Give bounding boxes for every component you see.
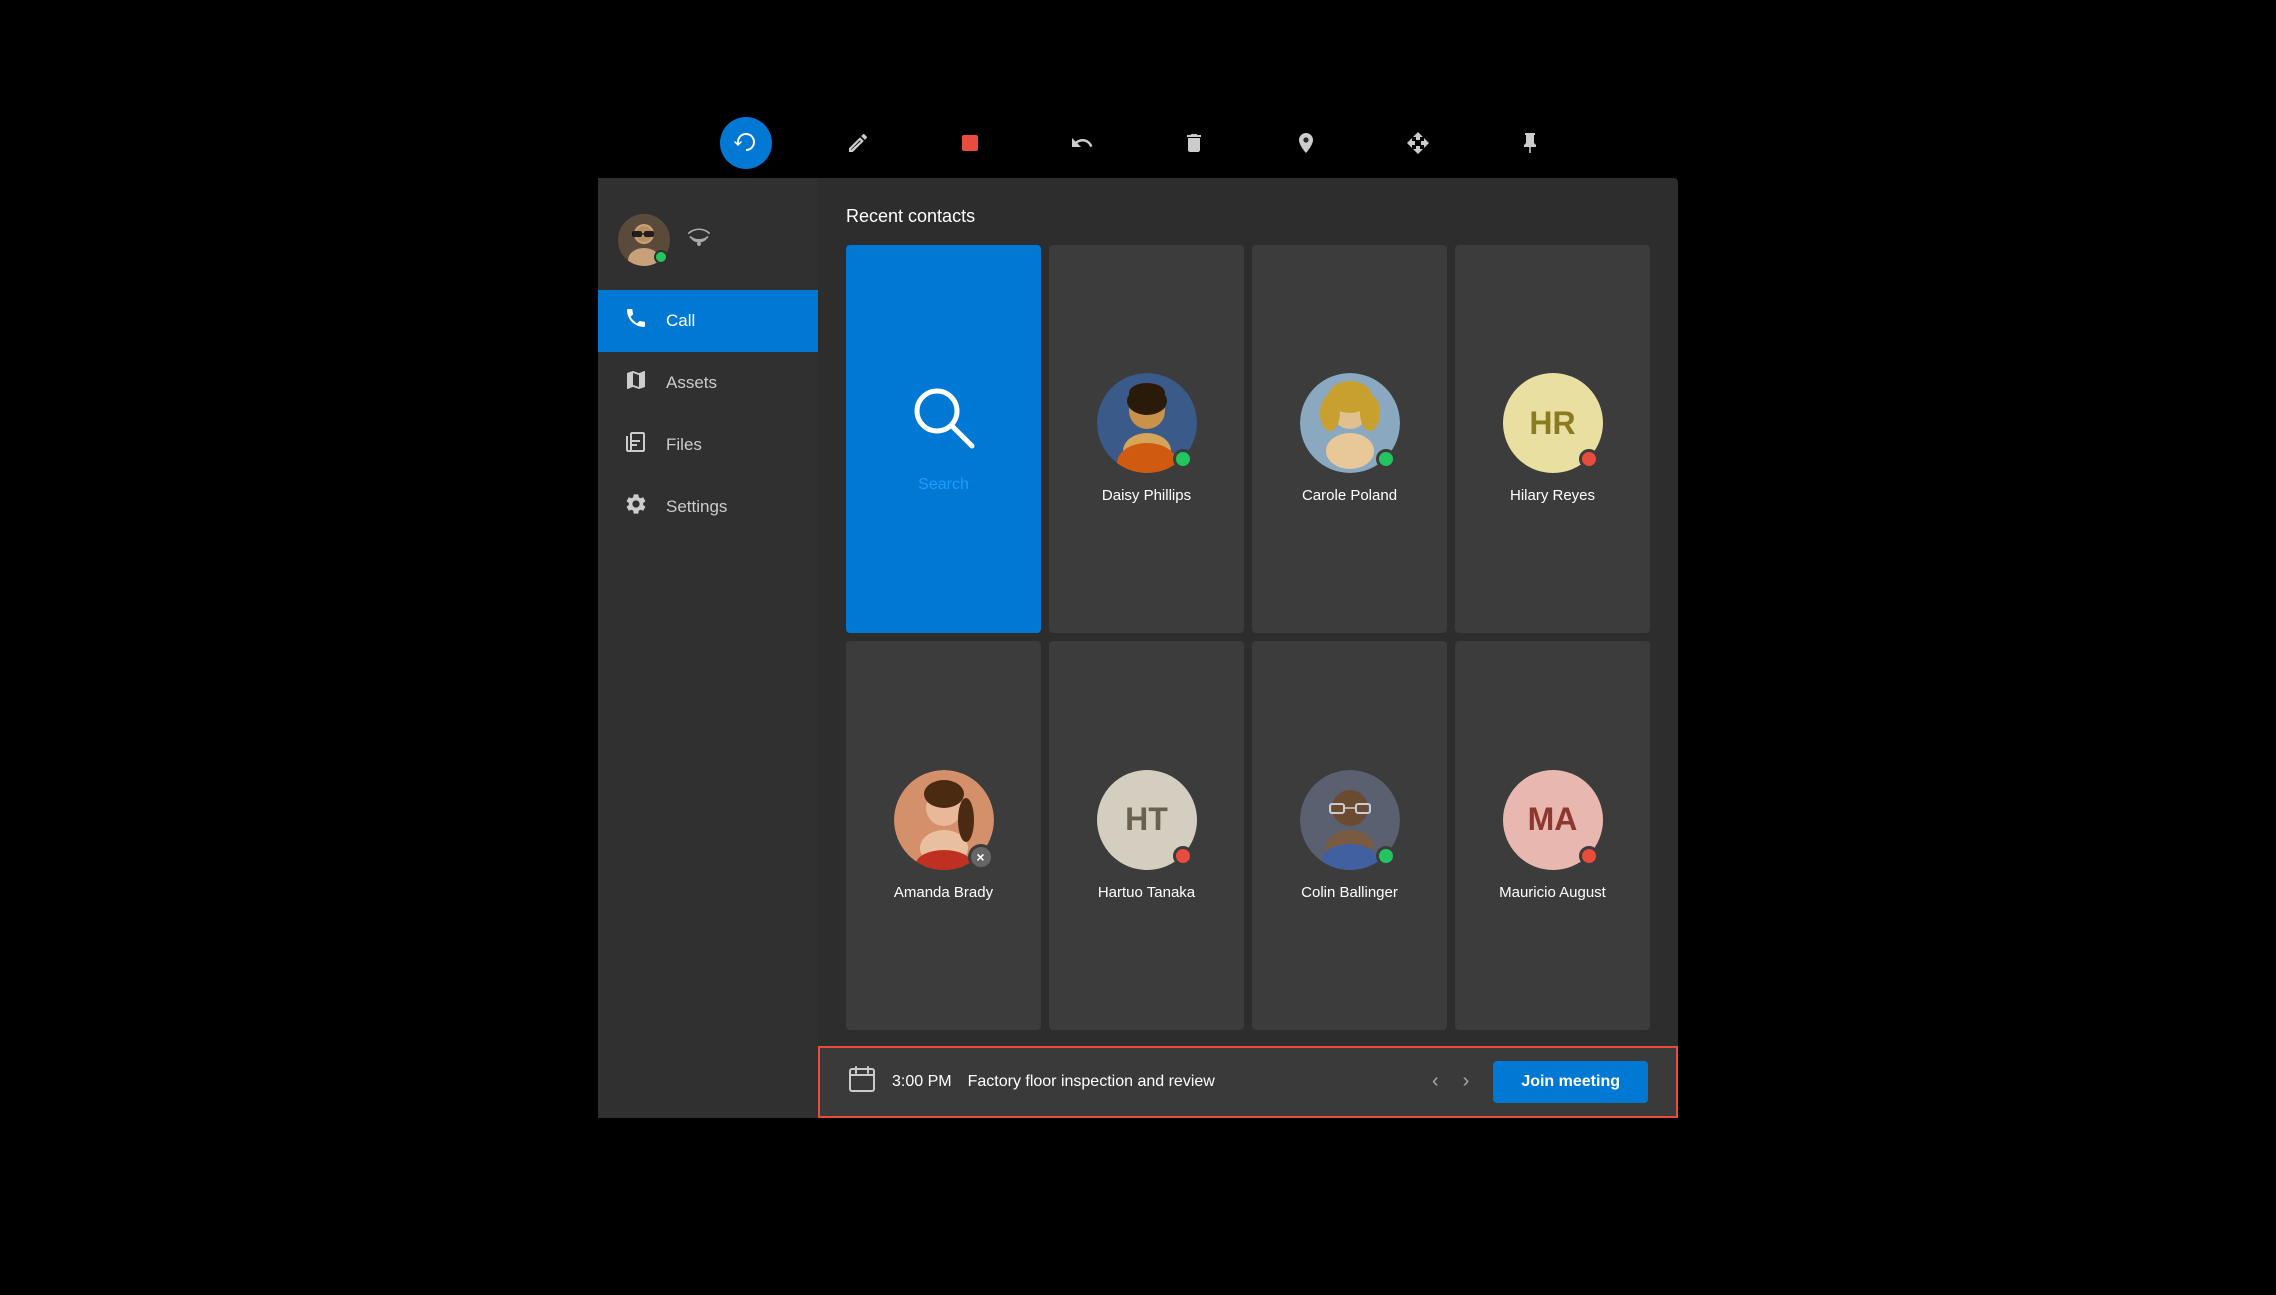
toolbar-location-btn[interactable] (1280, 117, 1332, 169)
meeting-time: 3:00 PM (892, 1073, 952, 1091)
colin-status (1376, 846, 1396, 866)
sidebar-item-call[interactable]: Call (598, 290, 818, 352)
sidebar-call-label: Call (666, 311, 695, 331)
meeting-bar: 3:00 PM Factory floor inspection and rev… (818, 1046, 1678, 1118)
daisy-status (1173, 449, 1193, 469)
search-label: Search (918, 476, 969, 494)
sidebar-settings-label: Settings (666, 497, 727, 517)
contact-card-hilary[interactable]: HR Hilary Reyes (1455, 245, 1650, 634)
toolbar-stop-btn[interactable] (944, 117, 996, 169)
hartuo-status (1173, 846, 1193, 866)
contact-card-amanda[interactable]: × Amanda Brady (846, 641, 1041, 1030)
settings-icon (622, 492, 650, 522)
daisy-name: Daisy Phillips (1102, 487, 1191, 504)
user-avatar (618, 214, 670, 266)
sidebar-assets-label: Assets (666, 373, 717, 393)
join-meeting-button[interactable]: Join meeting (1493, 1061, 1648, 1103)
hilary-name: Hilary Reyes (1510, 487, 1595, 504)
sidebar-profile (598, 198, 818, 290)
toolbar-pen-btn[interactable] (832, 117, 884, 169)
call-icon (622, 306, 650, 336)
section-title: Recent contacts (846, 206, 1650, 227)
meeting-nav: ‹ › (1424, 1066, 1477, 1097)
colin-name: Colin Ballinger (1301, 884, 1398, 901)
carole-name: Carole Poland (1302, 487, 1397, 504)
search-icon-large (909, 383, 979, 462)
meeting-prev-btn[interactable]: ‹ (1424, 1066, 1447, 1097)
toolbar (598, 108, 1678, 178)
files-icon (622, 430, 650, 460)
toolbar-move-btn[interactable] (1392, 117, 1444, 169)
sidebar-item-files[interactable]: Files (598, 414, 818, 476)
amanda-cancel: × (968, 844, 994, 870)
sidebar-item-assets[interactable]: Assets (598, 352, 818, 414)
toolbar-undo-btn[interactable] (1056, 117, 1108, 169)
main-layout: Call Assets Files (598, 178, 1678, 1118)
mauricio-status (1579, 846, 1599, 866)
toolbar-trash-btn[interactable] (1168, 117, 1220, 169)
sidebar-item-settings[interactable]: Settings (598, 476, 818, 538)
wifi-icon (686, 224, 712, 256)
app-container: Call Assets Files (598, 178, 1678, 1118)
mauricio-name: Mauricio August (1499, 884, 1606, 901)
hilary-status (1579, 449, 1599, 469)
content-area: Recent contacts Search (818, 178, 1678, 1118)
assets-icon (622, 368, 650, 398)
contact-card-carole[interactable]: Carole Poland (1252, 245, 1447, 634)
meeting-title: Factory floor inspection and review (968, 1073, 1408, 1091)
user-status-dot (654, 250, 668, 264)
contacts-grid: Search (846, 245, 1650, 1030)
toolbar-back-btn[interactable] (720, 117, 772, 169)
contact-card-colin[interactable]: Colin Ballinger (1252, 641, 1447, 1030)
hartuo-name: Hartuo Tanaka (1098, 884, 1195, 901)
contact-card-hartuo[interactable]: HT Hartuo Tanaka (1049, 641, 1244, 1030)
carole-status (1376, 449, 1396, 469)
calendar-icon (848, 1065, 876, 1099)
sidebar: Call Assets Files (598, 178, 818, 1118)
contact-card-daisy[interactable]: Daisy Phillips (1049, 245, 1244, 634)
toolbar-pin-btn[interactable] (1504, 117, 1556, 169)
meeting-next-btn[interactable]: › (1455, 1066, 1478, 1097)
contact-card-search[interactable]: Search (846, 245, 1041, 634)
amanda-name: Amanda Brady (894, 884, 993, 901)
contact-card-mauricio[interactable]: MA Mauricio August (1455, 641, 1650, 1030)
sidebar-files-label: Files (666, 435, 702, 455)
